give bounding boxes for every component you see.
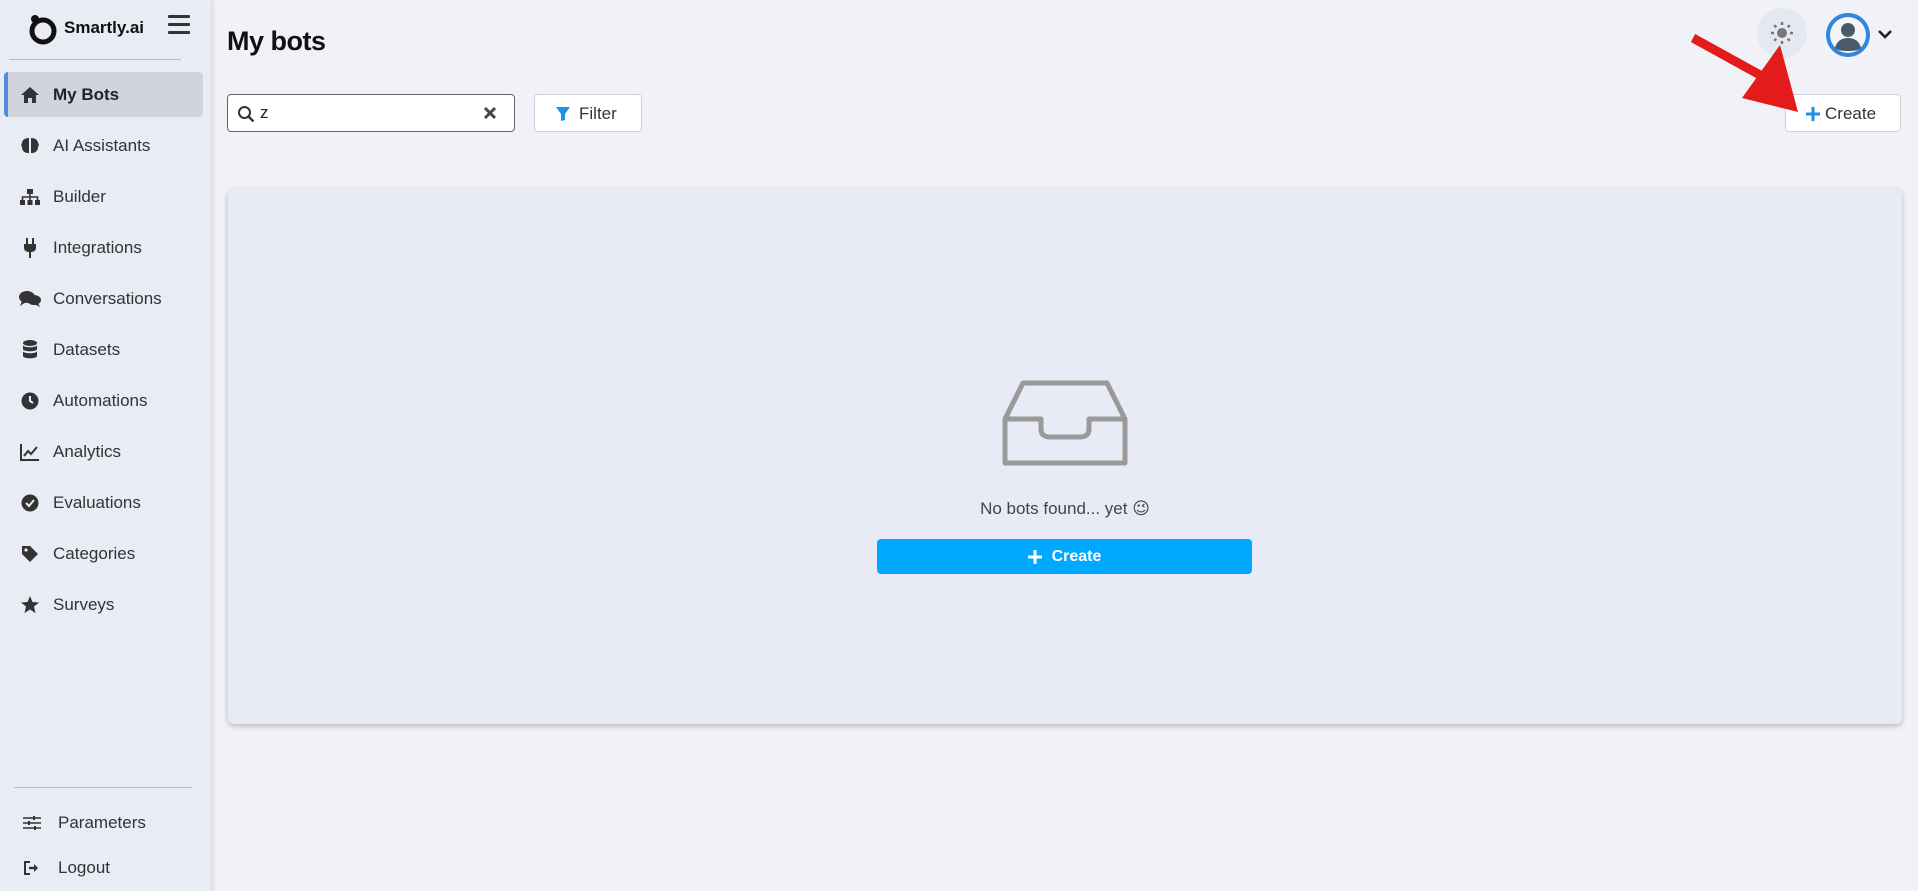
sidebar-item-automations[interactable]: Automations [4, 378, 203, 423]
sidebar-item-label: Categories [53, 543, 136, 563]
avatar[interactable] [1826, 13, 1870, 57]
logout-icon [21, 857, 43, 879]
database-icon [19, 339, 41, 361]
brain-icon [19, 135, 41, 157]
check-circle-icon [19, 492, 41, 514]
sitemap-icon [19, 186, 41, 208]
inbox-icon [1002, 380, 1128, 466]
sliders-icon [21, 812, 43, 834]
create-button-label: Create [1825, 104, 1877, 123]
star-icon [19, 594, 41, 616]
annotation-arrow-icon [1690, 34, 1798, 112]
chart-line-icon [19, 441, 41, 463]
comments-icon [19, 288, 41, 310]
sidebar-item-label: Surveys [53, 594, 115, 614]
sidebar-item-label: Logout [58, 858, 110, 877]
sidebar-item-datasets[interactable]: Datasets [4, 327, 203, 372]
filter-button-label: Filter [579, 104, 617, 123]
plug-icon [19, 237, 41, 259]
search-field[interactable] [227, 94, 515, 132]
create-bot-button[interactable]: Create [877, 539, 1252, 574]
sidebar-item-label: My Bots [53, 84, 120, 104]
sidebar-item-analytics[interactable]: Analytics [4, 429, 203, 474]
sidebar-item-integrations[interactable]: Integrations [4, 225, 203, 270]
bots-empty-panel: No bots found... yet 😉 Create [228, 189, 1902, 724]
sidebar-item-logout[interactable]: Logout [0, 848, 211, 888]
search-icon [238, 106, 255, 123]
sidebar-item-label: Automations [53, 390, 148, 410]
tag-icon [19, 543, 41, 565]
sidebar-item-my-bots[interactable]: My Bots [4, 72, 203, 117]
sidebar-item-label: Evaluations [53, 492, 141, 512]
chevron-down-icon[interactable] [1877, 28, 1893, 40]
logo-icon [29, 15, 57, 45]
filter-icon [556, 107, 570, 121]
divider [14, 787, 192, 788]
sidebar-item-label: Analytics [53, 441, 122, 461]
clear-icon[interactable] [482, 105, 498, 121]
sidebar-item-label: Parameters [58, 813, 146, 832]
menu-toggle-icon[interactable] [168, 15, 190, 35]
sidebar-item-label: Builder [53, 186, 106, 206]
brand-name: Smartly.ai [64, 18, 145, 37]
clock-icon [19, 390, 41, 412]
page-title: My bots [227, 26, 326, 56]
sidebar-item-label: AI Assistants [53, 135, 151, 155]
home-icon [19, 84, 41, 106]
sidebar-item-label: Integrations [53, 237, 142, 257]
sidebar-item-evaluations[interactable]: Evaluations [4, 480, 203, 525]
empty-state-message: No bots found... yet 😉 [980, 499, 1150, 518]
sidebar: Smartly.ai My Bots AI Assistants Builder [0, 0, 211, 891]
sidebar-item-label: Datasets [53, 339, 121, 359]
filter-button[interactable]: Filter [534, 94, 642, 132]
sidebar-header: Smartly.ai [0, 0, 211, 60]
plus-icon [1027, 549, 1042, 564]
create-bot-button-label: Create [1051, 547, 1102, 565]
user-icon [1830, 17, 1866, 53]
sidebar-item-builder[interactable]: Builder [4, 174, 203, 219]
search-input[interactable] [260, 101, 480, 125]
sidebar-item-categories[interactable]: Categories [4, 531, 203, 576]
sidebar-item-ai-assistants[interactable]: AI Assistants [4, 123, 203, 168]
sidebar-item-conversations[interactable]: Conversations [4, 276, 203, 321]
sidebar-item-label: Conversations [53, 288, 162, 308]
sidebar-item-surveys[interactable]: Surveys [4, 582, 203, 627]
divider [9, 59, 181, 60]
sidebar-item-parameters[interactable]: Parameters [0, 803, 211, 843]
